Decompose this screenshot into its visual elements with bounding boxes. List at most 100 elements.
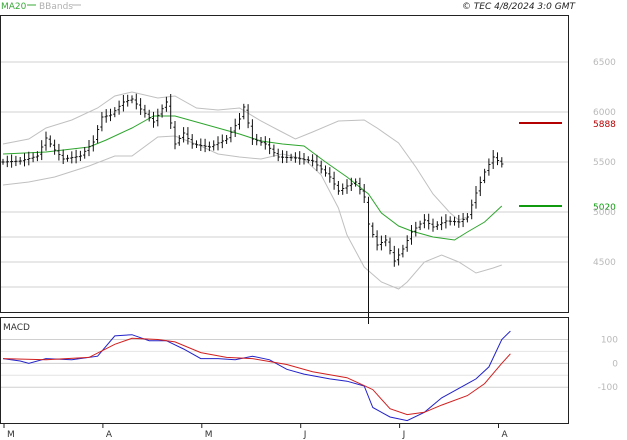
- ohlc-bar: [130, 95, 134, 104]
- price-tick-label: 5000: [593, 208, 616, 218]
- ohlc-bar: [487, 158, 491, 176]
- ohlc-bar: [491, 150, 495, 169]
- ohlc-bar: [405, 235, 409, 252]
- ohlc-bar: [57, 143, 61, 161]
- ohlc-bar: [440, 216, 444, 231]
- ohlc-bar: [422, 214, 426, 229]
- month-tick-label: M: [7, 430, 15, 440]
- ohlc-bar: [65, 154, 70, 162]
- ohlc-bar: [199, 138, 203, 152]
- month-tick-label: A: [106, 430, 113, 440]
- macd-title: MACD: [3, 323, 30, 333]
- ohlc-bar: [388, 237, 392, 255]
- ohlc-bar: [448, 216, 452, 226]
- ohlc-bar: [341, 183, 345, 195]
- macd-axis: 100 0 -100: [598, 335, 619, 393]
- month-tick-label: J: [402, 430, 406, 440]
- ohlc-bar: [194, 140, 199, 149]
- ohlc-bar: [40, 140, 44, 161]
- ohlc-bar: [104, 109, 108, 123]
- ohlc-bar: [156, 108, 160, 127]
- ohlc-bar: [366, 196, 371, 324]
- ohlc-bar: [126, 94, 130, 107]
- ohlc-bar: [212, 140, 216, 151]
- ohlc-bar: [229, 126, 233, 143]
- ohlc-bar: [151, 111, 156, 128]
- ohlc-bar: [74, 149, 78, 164]
- ohlc-bar: [44, 131, 48, 151]
- ohlc-bar: [332, 171, 336, 190]
- month-axis: MAMJJA: [3, 423, 509, 440]
- ohlc-bar: [311, 154, 315, 167]
- ohlc-bar: [121, 95, 125, 112]
- price-panel: 58885020 45005000550060006500: [0, 15, 616, 324]
- ohlc-bar: [392, 245, 396, 267]
- ohlc-bar: [91, 135, 95, 152]
- ohlc-bar: [237, 112, 242, 130]
- ohlc-bar: [285, 150, 289, 163]
- ohlc-bar: [345, 179, 349, 194]
- macd-tick-label: -100: [598, 383, 619, 393]
- ohlc-bar: [379, 235, 383, 251]
- ohlc-bar: [315, 154, 319, 171]
- ohlc-bar: [83, 147, 87, 159]
- ohlc-bar: [272, 144, 276, 157]
- macd-line: [2, 330, 511, 422]
- ohlc-bar: [483, 168, 487, 184]
- month-tick-label: A: [502, 430, 509, 440]
- macd-panel-frame: [0, 317, 569, 424]
- ohlc-bar: [263, 136, 267, 150]
- ohlc-bar: [134, 93, 138, 110]
- ohlc-bar: [143, 104, 147, 118]
- macd-tick-label: 100: [601, 335, 618, 345]
- macd-tick-label: 0: [612, 359, 618, 369]
- ohlc-bar: [250, 119, 254, 145]
- chart-header: MA20 BBands © TEC 4/8/2024 3:0 GMT: [1, 2, 576, 12]
- ohlc-bar: [233, 118, 237, 137]
- ohlc-bar: [478, 176, 482, 197]
- price-tick-label: 5500: [593, 158, 616, 168]
- stock-chart: MA20 BBands © TEC 4/8/2024 3:0 GMT 5888 5…: [0, 2, 619, 440]
- ohlc-bar: [302, 153, 306, 165]
- copyright-label: © TEC 4/8/2024 3:0 GMT: [462, 2, 577, 12]
- ohlc-bar: [336, 181, 340, 195]
- ohlc-bar: [31, 152, 35, 163]
- ohlc-bar: [461, 212, 465, 228]
- ohlc-bar: [100, 111, 104, 132]
- month-tick-label: J: [303, 430, 307, 440]
- ohlc-bar: [87, 140, 91, 157]
- price-tick-label: 4500: [593, 258, 616, 268]
- macd-gridlines: [0, 338, 568, 388]
- ohlc-bar: [117, 100, 121, 115]
- price-tick-label: 6500: [593, 58, 616, 68]
- ohlc-bar: [495, 152, 500, 166]
- legend-bbands-label: BBands: [39, 2, 73, 12]
- ohlc-bar: [216, 136, 220, 151]
- ohlc-bar: [409, 225, 414, 245]
- price-axis: 4500 5000 5500 6000 6500: [593, 58, 616, 268]
- ohlc-bar: [10, 154, 14, 168]
- macd-lines: [2, 330, 511, 422]
- ohlc-bar: [371, 222, 375, 238]
- ohlc-bar: [375, 230, 379, 251]
- price-level-label: 5888: [593, 120, 616, 130]
- ohlc-bar: [108, 108, 113, 122]
- legend-ma20-label: MA20: [1, 2, 27, 12]
- price-panel-frame: [0, 15, 569, 313]
- ohlc-bar: [78, 150, 82, 162]
- ohlc-bar: [427, 213, 431, 230]
- ohlc-bar: [470, 199, 474, 220]
- ohlc-bar: [268, 138, 272, 155]
- price-gridlines: [0, 61, 568, 288]
- ohlc-bar: [474, 186, 478, 209]
- ohlc-bar: [293, 152, 297, 163]
- ohlc-bar: [173, 121, 177, 150]
- ohlc-bar: [1, 158, 5, 165]
- ohlc-bar: [289, 153, 293, 161]
- ohlc-bar: [225, 135, 229, 145]
- ohlc-bar: [435, 221, 439, 230]
- ohlc-bar: [397, 248, 401, 266]
- ohlc-bar: [418, 220, 422, 231]
- ohlc-bar: [169, 94, 173, 129]
- ohlc-bar: [203, 138, 207, 153]
